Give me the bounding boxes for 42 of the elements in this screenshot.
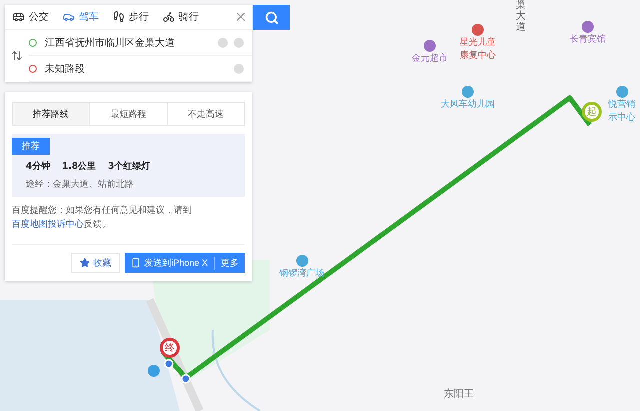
place-label: 悦营销 (608, 100, 636, 111)
walk-icon (113, 11, 125, 23)
route-via: 途经：金巢大道、站前北路 (25, 178, 135, 191)
send-button[interactable]: 发送到iPhone X (125, 256, 215, 270)
complaint-link[interactable]: 百度地图投诉中心 (12, 220, 84, 230)
place-label: 长青宾馆 (570, 35, 606, 46)
place-label: 钢锣湾广场 (280, 269, 324, 280)
bus-icon (13, 11, 25, 23)
map-view[interactable]: 金元超市 星光儿童 康复中心 长青宾馆 大风车幼儿园 悦营销 示中心 钢锣湾广场 巢大道 东阳王 起 终 公交 驾车 步行 骑行 江西省抚州市临川区金巢大道 未知路段 推荐路线 最短路程 不走高速 推荐 4分钟 1.8公里 3个红绿灯 途经：金巢大道、站前北路 百度提醒您：如果您有任何意见和建议，请到 百度地图投诉中心反馈。 收藏 发送到iPhone X 更多 (0, 0, 640, 411)
more-button[interactable]: 更多 (215, 256, 245, 270)
place-label: 星光儿童 (460, 38, 496, 49)
road-label: 巢大道 (516, 0, 526, 33)
search-button[interactable] (253, 5, 290, 30)
stop-marker-icon (29, 38, 37, 46)
car-icon (63, 11, 75, 23)
stop-marker-icon (29, 64, 37, 72)
route-stat: 3个红绿灯 (108, 160, 150, 173)
place-label: 示中心 (608, 112, 636, 124)
favorite-button[interactable]: 收藏 (71, 253, 120, 273)
mode-tab[interactable]: 公交 (9, 10, 53, 24)
route-tab[interactable]: 推荐路线 (13, 103, 90, 125)
route-stat: 4分钟 (26, 160, 50, 173)
place-label: 康复中心 (460, 50, 496, 62)
parking-icon (148, 365, 160, 377)
star-icon (80, 258, 90, 268)
swap-icon[interactable] (11, 50, 23, 62)
phone-icon (131, 258, 142, 268)
close-icon[interactable] (234, 10, 248, 24)
mode-tab[interactable]: 驾车 (59, 10, 103, 24)
feedback-text: 百度提醒您：如果您有任何意见和建议，请到 百度地图投诉中心反馈。 (12, 205, 193, 232)
mode-tab[interactable]: 骑行 (159, 10, 203, 24)
place-label: 大风车幼儿园 (441, 100, 495, 111)
bike-icon (163, 11, 175, 23)
recommend-badge: 推荐 (12, 138, 50, 155)
stop-input[interactable]: 未知路段 (43, 62, 228, 75)
stop-input[interactable]: 江西省抚州市临川区金巢大道 (43, 36, 212, 49)
place-label: 金元超市 (412, 54, 448, 65)
route-stat: 1.8公里 (62, 160, 96, 173)
place-label: 东阳王 (444, 388, 474, 401)
route-card[interactable]: 推荐 4分钟 1.8公里 3个红绿灯 途经：金巢大道、站前北路 (12, 134, 245, 197)
mode-tab[interactable]: 步行 (109, 10, 153, 24)
search-icon (264, 10, 278, 24)
